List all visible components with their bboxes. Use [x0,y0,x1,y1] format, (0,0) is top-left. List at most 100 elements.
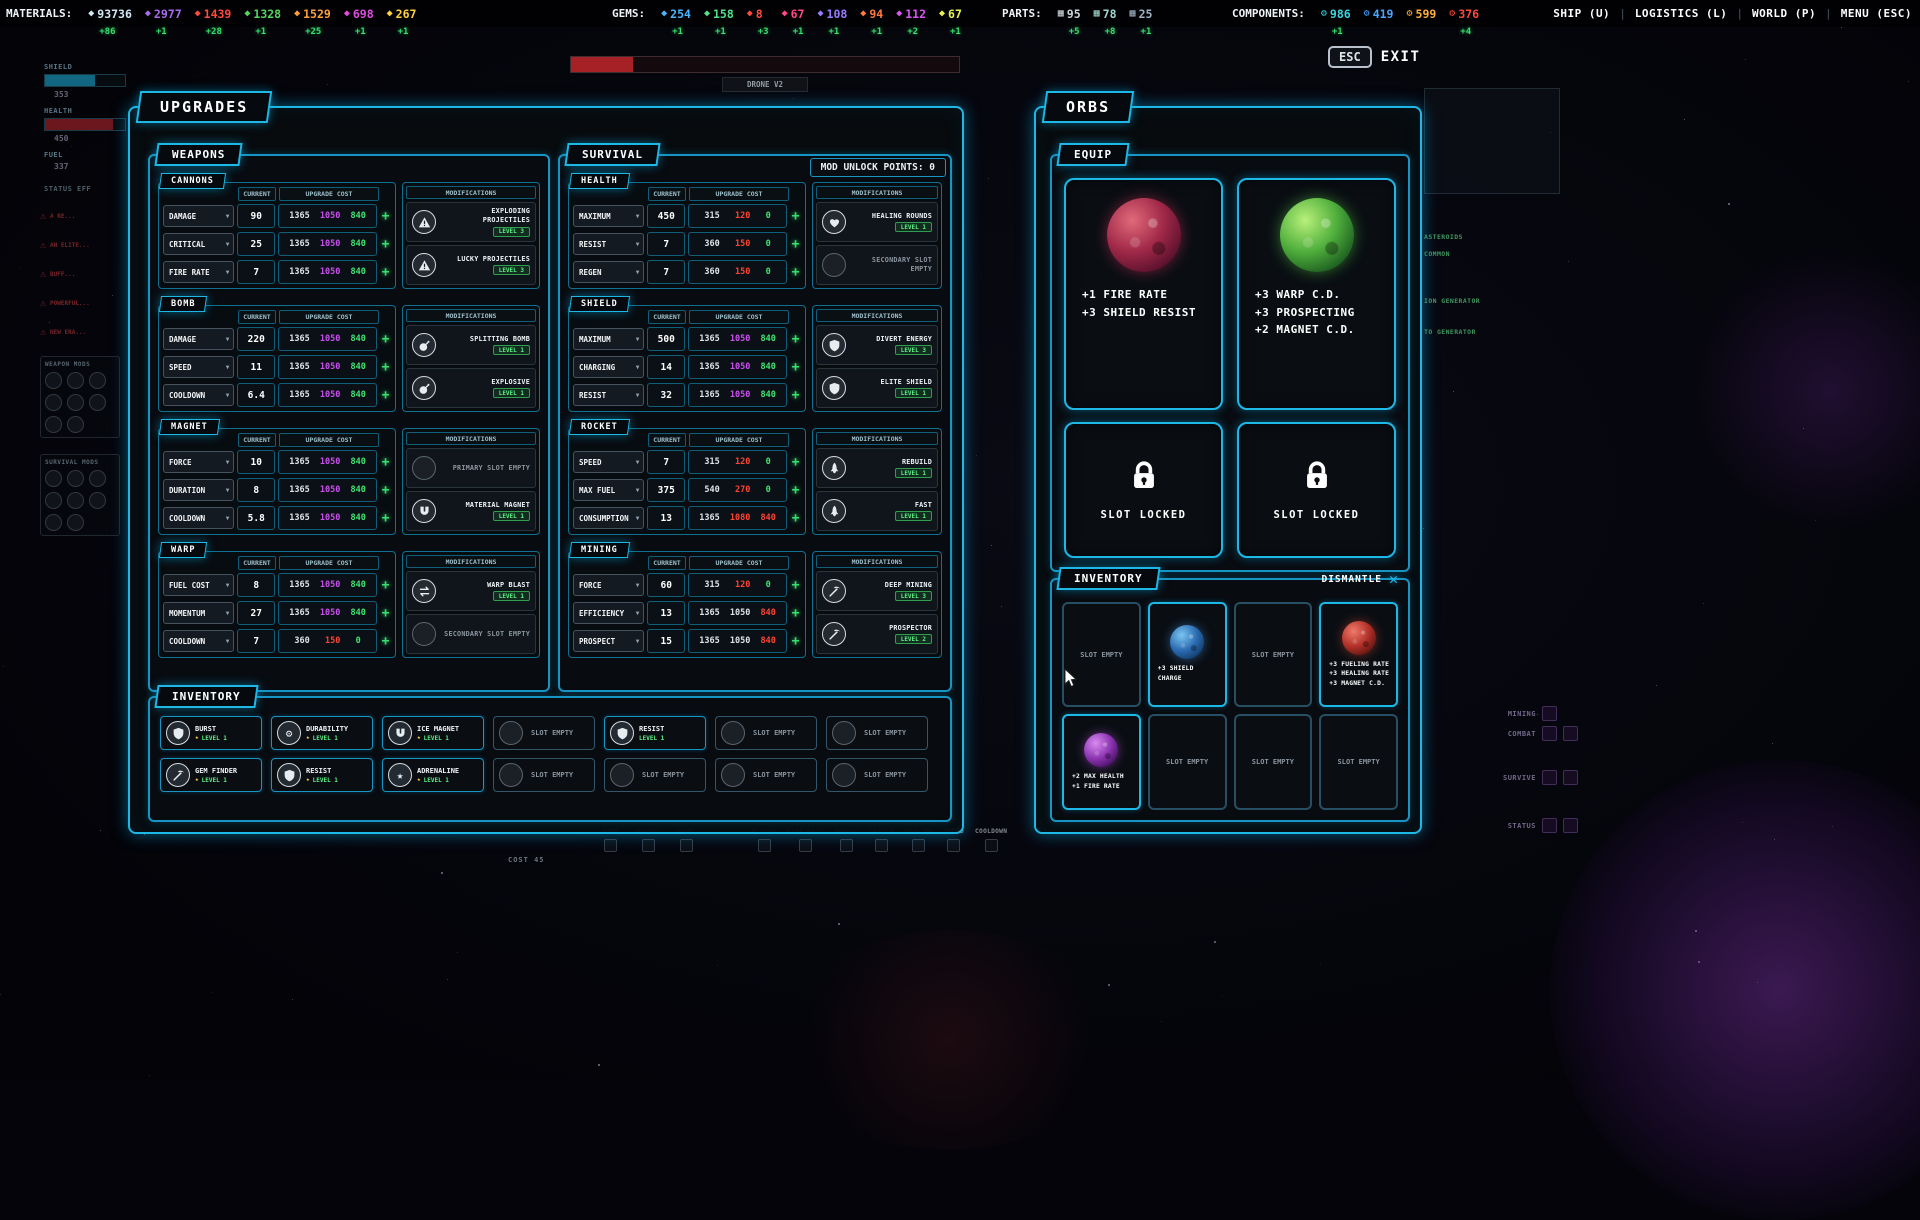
orb-inventory-slot[interactable]: +3 SHIELD CHARGE [1148,602,1227,707]
upgrade-cost-button[interactable]: 3151200 [688,573,787,597]
upgrade-cost-button[interactable]: 13651050840 [278,327,377,351]
stat-dropdown[interactable]: SPEED▼ [163,356,234,378]
orb-inventory-slot[interactable]: SLOT EMPTY [1062,602,1141,707]
menu-item-world[interactable]: WORLD (P) [1752,7,1816,20]
upgrade-cost-button[interactable]: 13651050840 [278,478,377,502]
inventory-slot[interactable]: SLOT EMPTY [715,758,817,792]
mod-slot[interactable]: HEALING ROUNDSLEVEL 1 [816,202,938,242]
upgrade-plus-icon[interactable]: + [790,388,801,403]
orb-inventory-slot[interactable]: +2 MAX HEALTH+1 FIRE RATE [1062,714,1141,810]
orb-inventory-slot[interactable]: SLOT EMPTY [1148,714,1227,810]
stat-dropdown[interactable]: FORCE▼ [573,574,644,596]
mod-slot[interactable]: PROSPECTORLEVEL 2 [816,614,938,654]
stat-dropdown[interactable]: SPEED▼ [573,451,644,473]
stat-dropdown[interactable]: PROSPECT▼ [573,630,644,652]
orb-inventory-slot[interactable]: SLOT EMPTY [1234,714,1313,810]
upgrade-plus-icon[interactable]: + [380,483,391,498]
upgrade-cost-button[interactable]: 13651050840 [278,506,377,530]
equip-slot[interactable]: +3 WARP C.D.+3 PROSPECTING+2 MAGNET C.D. [1237,178,1396,410]
stat-dropdown[interactable]: RESIST▼ [573,384,644,406]
inventory-slot[interactable]: RESIST★LEVEL 1 [271,758,373,792]
upgrade-plus-icon[interactable]: + [790,634,801,649]
upgrade-cost-button[interactable]: 3601500 [278,629,377,653]
upgrade-plus-icon[interactable]: + [380,511,391,526]
mod-slot[interactable]: SECONDARY SLOT EMPTY [816,245,938,285]
stat-dropdown[interactable]: DAMAGE▼ [163,328,234,350]
upgrade-cost-button[interactable]: 13651050840 [278,601,377,625]
orb-inventory-slot[interactable]: SLOT EMPTY [1319,714,1398,810]
mod-slot[interactable]: EXPLODING PROJECTILESLEVEL 3 [406,202,536,242]
upgrade-cost-button[interactable]: 13651050840 [688,383,787,407]
inventory-slot[interactable]: ★ADRENALINE★LEVEL 1 [382,758,484,792]
stat-dropdown[interactable]: COOLDOWN▼ [163,507,234,529]
upgrade-cost-button[interactable]: 13651050840 [688,355,787,379]
upgrade-plus-icon[interactable]: + [790,455,801,470]
upgrade-cost-button[interactable]: 3601500 [688,260,787,284]
stat-dropdown[interactable]: COOLDOWN▼ [163,384,234,406]
upgrade-plus-icon[interactable]: + [790,483,801,498]
upgrade-plus-icon[interactable]: + [790,578,801,593]
mod-slot[interactable]: WARP BLASTLEVEL 1 [406,571,536,611]
upgrade-plus-icon[interactable]: + [380,209,391,224]
stat-dropdown[interactable]: MAXIMUM▼ [573,205,644,227]
upgrade-plus-icon[interactable]: + [790,332,801,347]
equip-slot-locked[interactable]: SLOT LOCKED [1064,422,1223,558]
orb-inventory-slot[interactable]: SLOT EMPTY [1234,602,1313,707]
upgrade-cost-button[interactable]: 13651050840 [688,601,787,625]
stat-dropdown[interactable]: CRITICAL▼ [163,233,234,255]
stat-dropdown[interactable]: COOLDOWN▼ [163,630,234,652]
stat-dropdown[interactable]: DAMAGE▼ [163,205,234,227]
mod-slot[interactable]: SPLITTING BOMBLEVEL 1 [406,325,536,365]
upgrade-plus-icon[interactable]: + [380,455,391,470]
upgrade-cost-button[interactable]: 13651050840 [278,232,377,256]
mod-slot[interactable]: DIVERT ENERGYLEVEL 3 [816,325,938,365]
upgrade-cost-button[interactable]: 5402700 [688,478,787,502]
mod-slot[interactable]: MATERIAL MAGNETLEVEL 1 [406,491,536,531]
dismantle-close-icon[interactable]: ✕ [1389,572,1398,587]
mod-slot[interactable]: REBUILDLEVEL 1 [816,448,938,488]
menu-item-logistics[interactable]: LOGISTICS (L) [1635,7,1728,20]
mod-slot[interactable]: ELITE SHIELDLEVEL 1 [816,368,938,408]
orb-inventory-slot[interactable]: +3 FUELING RATE+3 HEALING RATE+3 MAGNET … [1319,602,1398,707]
inventory-slot[interactable]: SLOT EMPTY [604,758,706,792]
upgrade-cost-button[interactable]: 3601500 [688,232,787,256]
stat-dropdown[interactable]: FORCE▼ [163,451,234,473]
upgrade-plus-icon[interactable]: + [380,237,391,252]
inventory-slot[interactable]: SLOT EMPTY [826,758,928,792]
inventory-slot[interactable]: BURST★LEVEL 1 [160,716,262,750]
exit-button[interactable]: ESC EXIT [1328,46,1420,68]
stat-dropdown[interactable]: DURATION▼ [163,479,234,501]
stat-dropdown[interactable]: CHARGING▼ [573,356,644,378]
stat-dropdown[interactable]: MAX FUEL▼ [573,479,644,501]
upgrade-plus-icon[interactable]: + [790,237,801,252]
menu-item-ship[interactable]: SHIP (U) [1553,7,1610,20]
mod-slot[interactable]: FASTLEVEL 1 [816,491,938,531]
upgrade-cost-button[interactable]: 13651050840 [278,383,377,407]
upgrade-plus-icon[interactable]: + [380,265,391,280]
inventory-slot[interactable]: ⚙DURABILITY★LEVEL 1 [271,716,373,750]
upgrade-cost-button[interactable]: 13651050840 [278,204,377,228]
mod-slot[interactable]: PRIMARY SLOT EMPTY [406,448,536,488]
upgrade-cost-button[interactable]: 13651050840 [278,450,377,474]
stat-dropdown[interactable]: FUEL COST▼ [163,574,234,596]
upgrade-cost-button[interactable]: 13651050840 [278,355,377,379]
upgrade-plus-icon[interactable]: + [790,265,801,280]
inventory-slot[interactable]: SLOT EMPTY [715,716,817,750]
stat-dropdown[interactable]: REGEN▼ [573,261,644,283]
upgrade-cost-button[interactable]: 13651050840 [278,260,377,284]
menu-item-menu[interactable]: MENU (ESC) [1841,7,1912,20]
stat-dropdown[interactable]: RESIST▼ [573,233,644,255]
upgrade-plus-icon[interactable]: + [790,511,801,526]
upgrade-plus-icon[interactable]: + [380,606,391,621]
upgrade-cost-button[interactable]: 13651080840 [688,506,787,530]
upgrade-plus-icon[interactable]: + [380,360,391,375]
mod-slot[interactable]: LUCKY PROJECTILESLEVEL 3 [406,245,536,285]
stat-dropdown[interactable]: MOMENTUM▼ [163,602,234,624]
upgrade-plus-icon[interactable]: + [790,209,801,224]
dismantle-button[interactable]: DISMANTLE ✕ [1321,572,1398,587]
upgrade-plus-icon[interactable]: + [790,606,801,621]
upgrade-plus-icon[interactable]: + [380,634,391,649]
stat-dropdown[interactable]: MAXIMUM▼ [573,328,644,350]
upgrade-cost-button[interactable]: 13651050840 [688,327,787,351]
mod-slot[interactable]: EXPLOSIVELEVEL 1 [406,368,536,408]
